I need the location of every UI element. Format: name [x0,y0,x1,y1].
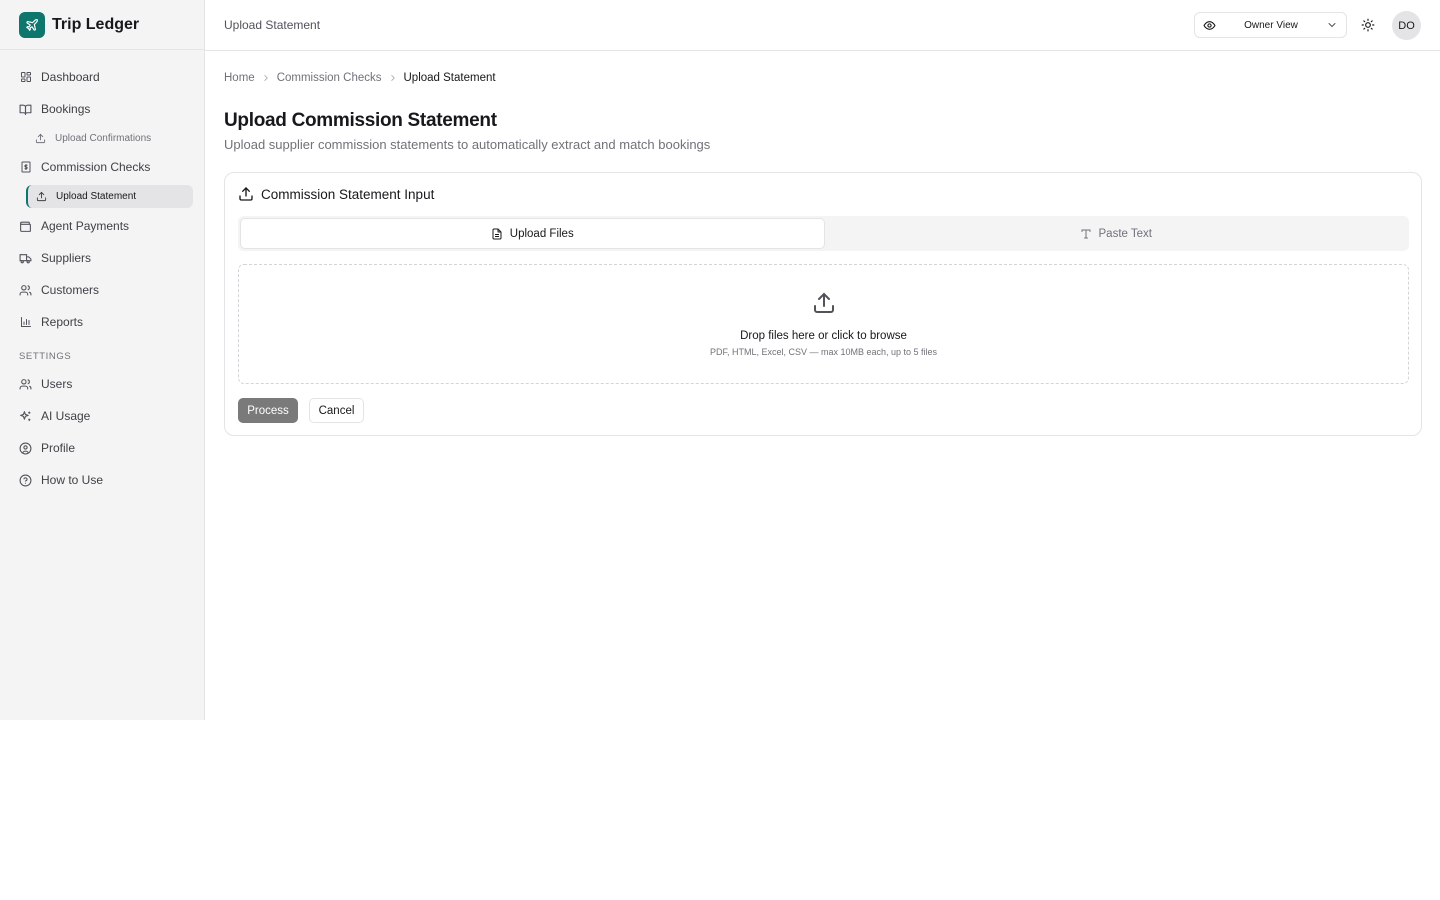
avatar[interactable]: DO [1392,11,1421,40]
sidebar-item-label: Upload Confirmations [55,132,152,144]
sidebar-item-profile[interactable]: Profile [0,432,204,464]
sidebar-item-how-to-use[interactable]: How to Use [0,464,204,496]
breadcrumb: Home Commission Checks Upload Statement [224,71,1422,85]
file-text-icon [491,228,503,240]
sidebar-item-label: Suppliers [41,251,92,265]
upload-icon [238,186,254,202]
sidebar-item-label: Users [41,377,73,391]
sidebar-item-label: Profile [41,441,76,455]
sun-icon[interactable] [1360,17,1376,33]
tab-label: Upload Files [509,227,574,240]
top-header: Upload Statement Owner View DO [205,0,1440,51]
sidebar: Trip Ledger Dashboard Bookings Upload Co… [0,0,205,720]
bar-chart-icon [19,316,32,329]
tab-label: Paste Text [1098,227,1153,240]
header-title: Upload Statement [224,18,321,32]
chevron-down-icon [1326,19,1338,31]
user-circle-icon [19,442,32,455]
sidebar-item-label: Agent Payments [41,219,130,233]
sidebar-item-label: Bookings [41,102,91,116]
sidebar-item-agent-payments[interactable]: Agent Payments [0,210,204,242]
wallet-icon [19,220,32,233]
upload-icon [36,191,47,202]
chevron-right-icon [261,73,271,83]
cancel-button[interactable]: Cancel [309,398,364,423]
sidebar-item-label: AI Usage [41,409,91,423]
users-icon [19,284,32,297]
eye-icon [1203,19,1216,32]
text-icon [1080,228,1092,240]
grid-icon [19,71,32,84]
breadcrumb-home[interactable]: Home [224,72,255,84]
view-select-value: Owner View [1244,19,1298,31]
sidebar-item-commission-checks[interactable]: Commission Checks [0,151,204,183]
sidebar-item-label: Customers [41,283,100,297]
sidebar-item-label: Reports [41,315,84,329]
app-name: Trip Ledger [52,15,140,33]
truck-icon [19,252,32,265]
sidebar-item-upload-confirmations[interactable]: Upload Confirmations [0,125,204,151]
upload-icon [35,133,46,144]
dropzone-hint: PDF, HTML, Excel, CSV — max 10MB each, u… [709,347,938,357]
sidebar-item-label: Upload Statement [56,191,137,202]
card-header: Commission Statement Input [238,186,434,202]
sidebar-item-label: Dashboard [41,70,100,84]
users-icon [19,378,32,391]
sidebar-item-upload-statement[interactable]: Upload Statement [26,185,193,208]
upload-icon [812,291,836,315]
sidebar-item-suppliers[interactable]: Suppliers [0,242,204,274]
sidebar-item-bookings[interactable]: Bookings [0,93,204,125]
view-select[interactable]: Owner View [1194,12,1347,38]
settings-section-label: SETTINGS [19,351,72,362]
dropzone-title: Drop files here or click to browse [740,330,907,342]
file-dropzone[interactable]: Drop files here or click to browse PDF, … [238,264,1409,384]
sparkles-icon [19,410,32,423]
tab-paste-text[interactable]: Paste Text [825,218,1408,249]
sidebar-item-label: Commission Checks [41,160,151,174]
sidebar-item-customers[interactable]: Customers [0,274,204,306]
breadcrumb-commission-checks[interactable]: Commission Checks [277,72,382,84]
statement-input-card: Commission Statement Input Upload Files … [224,172,1422,436]
page-title: Upload Commission Statement [224,110,497,131]
card-title: Commission Statement Input [261,186,435,202]
sidebar-item-label: How to Use [41,473,104,487]
chevron-right-icon [388,73,398,83]
process-button[interactable]: Process [238,398,298,423]
sidebar-item-users[interactable]: Users [0,368,204,400]
tab-upload-files[interactable]: Upload Files [240,218,825,249]
receipt-icon [19,161,32,174]
breadcrumb-current: Upload Statement [403,72,496,84]
sidebar-nav: Dashboard Bookings Upload Confirmations … [0,50,204,496]
book-icon [19,103,32,116]
sidebar-item-dashboard[interactable]: Dashboard [0,61,204,93]
page-subtitle: Upload supplier commission statements to… [224,137,711,152]
main-content: Home Commission Checks Upload Statement … [224,51,1422,436]
brand[interactable]: Trip Ledger [0,0,204,50]
input-tabs: Upload Files Paste Text [238,216,1409,251]
sidebar-item-ai-usage[interactable]: AI Usage [0,400,204,432]
help-circle-icon [19,474,32,487]
sidebar-item-reports[interactable]: Reports [0,306,204,338]
plane-icon [19,11,45,38]
